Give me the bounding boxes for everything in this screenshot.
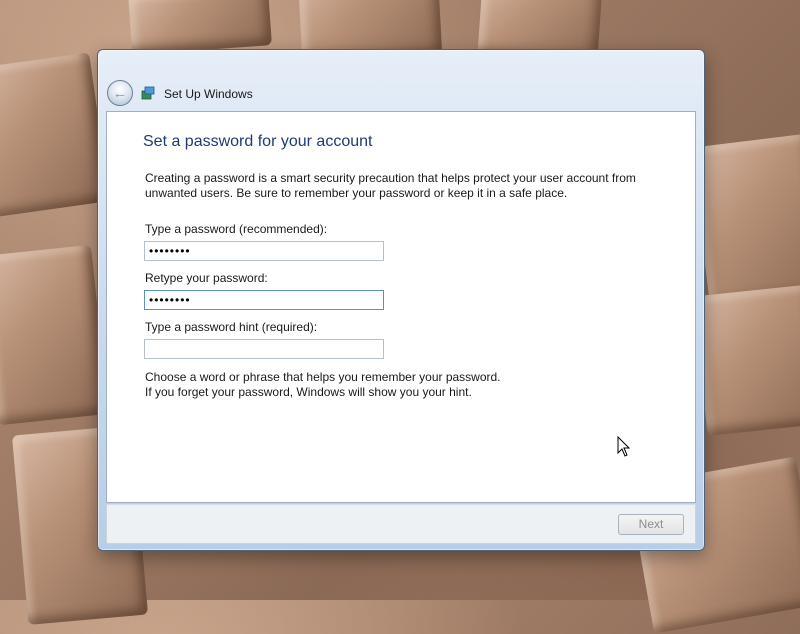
password-hint-field[interactable] bbox=[144, 339, 384, 359]
mouse-pointer-icon bbox=[617, 436, 631, 457]
title-bar: ← Set Up Windows bbox=[98, 50, 704, 110]
setup-icon bbox=[141, 86, 155, 100]
password-hint-label: Type a password hint (required): bbox=[145, 320, 318, 334]
page-title: Set a password for your account bbox=[143, 133, 373, 150]
description-line: Creating a password is a smart security … bbox=[145, 171, 636, 185]
description-line: unwanted users. Be sure to remember your… bbox=[145, 186, 568, 200]
background-chocolate-block bbox=[0, 244, 109, 426]
hint-explanation: Choose a word or phrase that helps you r… bbox=[145, 370, 645, 400]
page-description: Creating a password is a smart security … bbox=[145, 171, 665, 201]
setup-window: ← Set Up Windows Set a password for your… bbox=[97, 49, 705, 551]
next-button[interactable]: Next bbox=[618, 514, 684, 535]
retype-password-field[interactable]: •••••••• bbox=[144, 290, 384, 310]
password-label: Type a password (recommended): bbox=[145, 222, 328, 236]
retype-password-label: Retype your password: bbox=[145, 271, 268, 285]
background-chocolate-block bbox=[693, 284, 800, 436]
back-arrow-icon: ← bbox=[112, 84, 128, 102]
window-title: Set Up Windows bbox=[164, 87, 253, 101]
hint-line: If you forget your password, Windows wil… bbox=[145, 385, 472, 399]
password-field[interactable]: •••••••• bbox=[144, 241, 384, 261]
background-chocolate-block bbox=[690, 133, 800, 307]
button-bar: Next bbox=[106, 504, 696, 544]
hint-line: Choose a word or phrase that helps you r… bbox=[145, 370, 501, 384]
back-button[interactable]: ← bbox=[107, 80, 133, 106]
background-chocolate-block bbox=[0, 52, 110, 218]
content-panel: Set a password for your account Creating… bbox=[106, 111, 696, 503]
background-chocolate-block bbox=[128, 0, 272, 55]
